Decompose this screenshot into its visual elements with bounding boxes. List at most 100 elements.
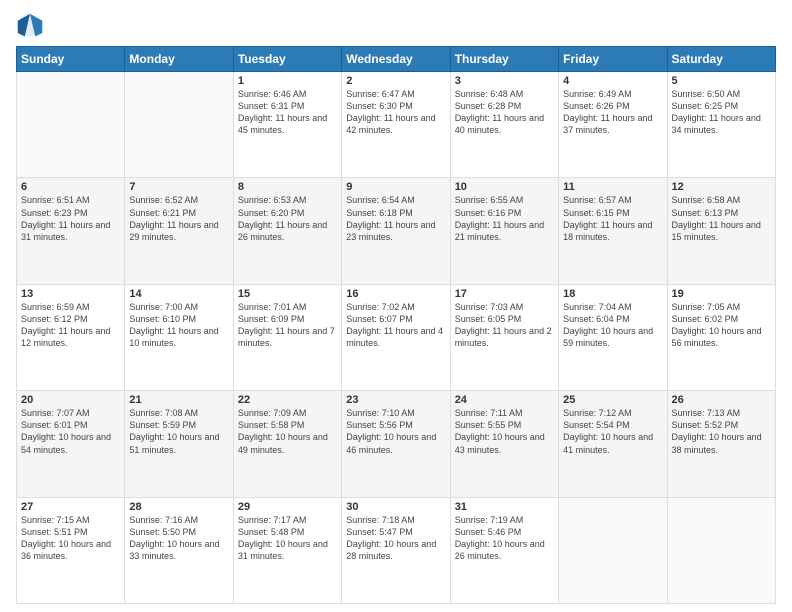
calendar-day-30: 30Sunrise: 7:18 AM Sunset: 5:47 PM Dayli… — [342, 497, 450, 603]
day-info: Sunrise: 7:15 AM Sunset: 5:51 PM Dayligh… — [21, 514, 120, 563]
calendar-day-4: 4Sunrise: 6:49 AM Sunset: 6:26 PM Daylig… — [559, 72, 667, 178]
day-number: 14 — [129, 288, 228, 300]
calendar-header-tuesday: Tuesday — [233, 47, 341, 72]
day-info: Sunrise: 7:18 AM Sunset: 5:47 PM Dayligh… — [346, 514, 445, 563]
day-number: 20 — [21, 394, 120, 406]
day-info: Sunrise: 7:07 AM Sunset: 6:01 PM Dayligh… — [21, 407, 120, 456]
calendar-day-11: 11Sunrise: 6:57 AM Sunset: 6:15 PM Dayli… — [559, 178, 667, 284]
day-number: 17 — [455, 288, 554, 300]
day-info: Sunrise: 7:16 AM Sunset: 5:50 PM Dayligh… — [129, 514, 228, 563]
day-number: 8 — [238, 181, 337, 193]
day-info: Sunrise: 6:52 AM Sunset: 6:21 PM Dayligh… — [129, 194, 228, 243]
day-number: 18 — [563, 288, 662, 300]
day-info: Sunrise: 6:49 AM Sunset: 6:26 PM Dayligh… — [563, 88, 662, 137]
calendar-day-2: 2Sunrise: 6:47 AM Sunset: 6:30 PM Daylig… — [342, 72, 450, 178]
day-info: Sunrise: 6:53 AM Sunset: 6:20 PM Dayligh… — [238, 194, 337, 243]
day-info: Sunrise: 6:54 AM Sunset: 6:18 PM Dayligh… — [346, 194, 445, 243]
day-info: Sunrise: 6:59 AM Sunset: 6:12 PM Dayligh… — [21, 301, 120, 350]
calendar-day-26: 26Sunrise: 7:13 AM Sunset: 5:52 PM Dayli… — [667, 391, 775, 497]
calendar-header-saturday: Saturday — [667, 47, 775, 72]
day-number: 28 — [129, 501, 228, 513]
day-info: Sunrise: 7:17 AM Sunset: 5:48 PM Dayligh… — [238, 514, 337, 563]
calendar-day-24: 24Sunrise: 7:11 AM Sunset: 5:55 PM Dayli… — [450, 391, 558, 497]
day-number: 4 — [563, 75, 662, 87]
calendar-week-2: 6Sunrise: 6:51 AM Sunset: 6:23 PM Daylig… — [17, 178, 776, 284]
day-number: 23 — [346, 394, 445, 406]
calendar-empty-cell — [125, 72, 233, 178]
day-number: 31 — [455, 501, 554, 513]
calendar-day-31: 31Sunrise: 7:19 AM Sunset: 5:46 PM Dayli… — [450, 497, 558, 603]
day-number: 1 — [238, 75, 337, 87]
day-info: Sunrise: 7:02 AM Sunset: 6:07 PM Dayligh… — [346, 301, 445, 350]
day-number: 19 — [672, 288, 771, 300]
calendar-header-sunday: Sunday — [17, 47, 125, 72]
day-number: 26 — [672, 394, 771, 406]
day-info: Sunrise: 7:12 AM Sunset: 5:54 PM Dayligh… — [563, 407, 662, 456]
calendar-day-21: 21Sunrise: 7:08 AM Sunset: 5:59 PM Dayli… — [125, 391, 233, 497]
header — [16, 12, 776, 40]
logo — [16, 12, 48, 40]
calendar-day-6: 6Sunrise: 6:51 AM Sunset: 6:23 PM Daylig… — [17, 178, 125, 284]
calendar-empty-cell — [17, 72, 125, 178]
calendar-header-row: SundayMondayTuesdayWednesdayThursdayFrid… — [17, 47, 776, 72]
day-number: 9 — [346, 181, 445, 193]
day-number: 2 — [346, 75, 445, 87]
calendar-day-10: 10Sunrise: 6:55 AM Sunset: 6:16 PM Dayli… — [450, 178, 558, 284]
day-info: Sunrise: 7:01 AM Sunset: 6:09 PM Dayligh… — [238, 301, 337, 350]
day-info: Sunrise: 7:04 AM Sunset: 6:04 PM Dayligh… — [563, 301, 662, 350]
day-info: Sunrise: 7:03 AM Sunset: 6:05 PM Dayligh… — [455, 301, 554, 350]
calendar-header-wednesday: Wednesday — [342, 47, 450, 72]
calendar-day-23: 23Sunrise: 7:10 AM Sunset: 5:56 PM Dayli… — [342, 391, 450, 497]
day-info: Sunrise: 6:50 AM Sunset: 6:25 PM Dayligh… — [672, 88, 771, 137]
calendar-day-15: 15Sunrise: 7:01 AM Sunset: 6:09 PM Dayli… — [233, 284, 341, 390]
day-info: Sunrise: 7:05 AM Sunset: 6:02 PM Dayligh… — [672, 301, 771, 350]
calendar-day-19: 19Sunrise: 7:05 AM Sunset: 6:02 PM Dayli… — [667, 284, 775, 390]
day-number: 6 — [21, 181, 120, 193]
calendar-header-thursday: Thursday — [450, 47, 558, 72]
logo-icon — [16, 12, 44, 40]
calendar-empty-cell — [667, 497, 775, 603]
calendar-day-28: 28Sunrise: 7:16 AM Sunset: 5:50 PM Dayli… — [125, 497, 233, 603]
day-number: 21 — [129, 394, 228, 406]
calendar-day-8: 8Sunrise: 6:53 AM Sunset: 6:20 PM Daylig… — [233, 178, 341, 284]
calendar-week-1: 1Sunrise: 6:46 AM Sunset: 6:31 PM Daylig… — [17, 72, 776, 178]
calendar-header-friday: Friday — [559, 47, 667, 72]
day-number: 5 — [672, 75, 771, 87]
day-number: 7 — [129, 181, 228, 193]
calendar-day-9: 9Sunrise: 6:54 AM Sunset: 6:18 PM Daylig… — [342, 178, 450, 284]
day-number: 11 — [563, 181, 662, 193]
day-info: Sunrise: 6:47 AM Sunset: 6:30 PM Dayligh… — [346, 88, 445, 137]
calendar-day-18: 18Sunrise: 7:04 AM Sunset: 6:04 PM Dayli… — [559, 284, 667, 390]
calendar-day-25: 25Sunrise: 7:12 AM Sunset: 5:54 PM Dayli… — [559, 391, 667, 497]
calendar-week-3: 13Sunrise: 6:59 AM Sunset: 6:12 PM Dayli… — [17, 284, 776, 390]
day-number: 13 — [21, 288, 120, 300]
calendar-day-1: 1Sunrise: 6:46 AM Sunset: 6:31 PM Daylig… — [233, 72, 341, 178]
day-number: 22 — [238, 394, 337, 406]
day-info: Sunrise: 6:46 AM Sunset: 6:31 PM Dayligh… — [238, 88, 337, 137]
day-info: Sunrise: 7:11 AM Sunset: 5:55 PM Dayligh… — [455, 407, 554, 456]
day-info: Sunrise: 7:10 AM Sunset: 5:56 PM Dayligh… — [346, 407, 445, 456]
calendar-day-17: 17Sunrise: 7:03 AM Sunset: 6:05 PM Dayli… — [450, 284, 558, 390]
day-info: Sunrise: 6:57 AM Sunset: 6:15 PM Dayligh… — [563, 194, 662, 243]
calendar-week-5: 27Sunrise: 7:15 AM Sunset: 5:51 PM Dayli… — [17, 497, 776, 603]
page: SundayMondayTuesdayWednesdayThursdayFrid… — [0, 0, 792, 612]
day-info: Sunrise: 7:00 AM Sunset: 6:10 PM Dayligh… — [129, 301, 228, 350]
calendar-day-13: 13Sunrise: 6:59 AM Sunset: 6:12 PM Dayli… — [17, 284, 125, 390]
day-number: 27 — [21, 501, 120, 513]
calendar-day-27: 27Sunrise: 7:15 AM Sunset: 5:51 PM Dayli… — [17, 497, 125, 603]
day-info: Sunrise: 6:58 AM Sunset: 6:13 PM Dayligh… — [672, 194, 771, 243]
calendar-day-22: 22Sunrise: 7:09 AM Sunset: 5:58 PM Dayli… — [233, 391, 341, 497]
day-info: Sunrise: 6:48 AM Sunset: 6:28 PM Dayligh… — [455, 88, 554, 137]
calendar-day-12: 12Sunrise: 6:58 AM Sunset: 6:13 PM Dayli… — [667, 178, 775, 284]
day-info: Sunrise: 7:08 AM Sunset: 5:59 PM Dayligh… — [129, 407, 228, 456]
calendar-day-16: 16Sunrise: 7:02 AM Sunset: 6:07 PM Dayli… — [342, 284, 450, 390]
calendar-table: SundayMondayTuesdayWednesdayThursdayFrid… — [16, 46, 776, 604]
calendar-week-4: 20Sunrise: 7:07 AM Sunset: 6:01 PM Dayli… — [17, 391, 776, 497]
calendar-day-29: 29Sunrise: 7:17 AM Sunset: 5:48 PM Dayli… — [233, 497, 341, 603]
day-info: Sunrise: 6:51 AM Sunset: 6:23 PM Dayligh… — [21, 194, 120, 243]
day-number: 30 — [346, 501, 445, 513]
calendar-day-14: 14Sunrise: 7:00 AM Sunset: 6:10 PM Dayli… — [125, 284, 233, 390]
day-info: Sunrise: 7:19 AM Sunset: 5:46 PM Dayligh… — [455, 514, 554, 563]
day-number: 3 — [455, 75, 554, 87]
day-number: 10 — [455, 181, 554, 193]
